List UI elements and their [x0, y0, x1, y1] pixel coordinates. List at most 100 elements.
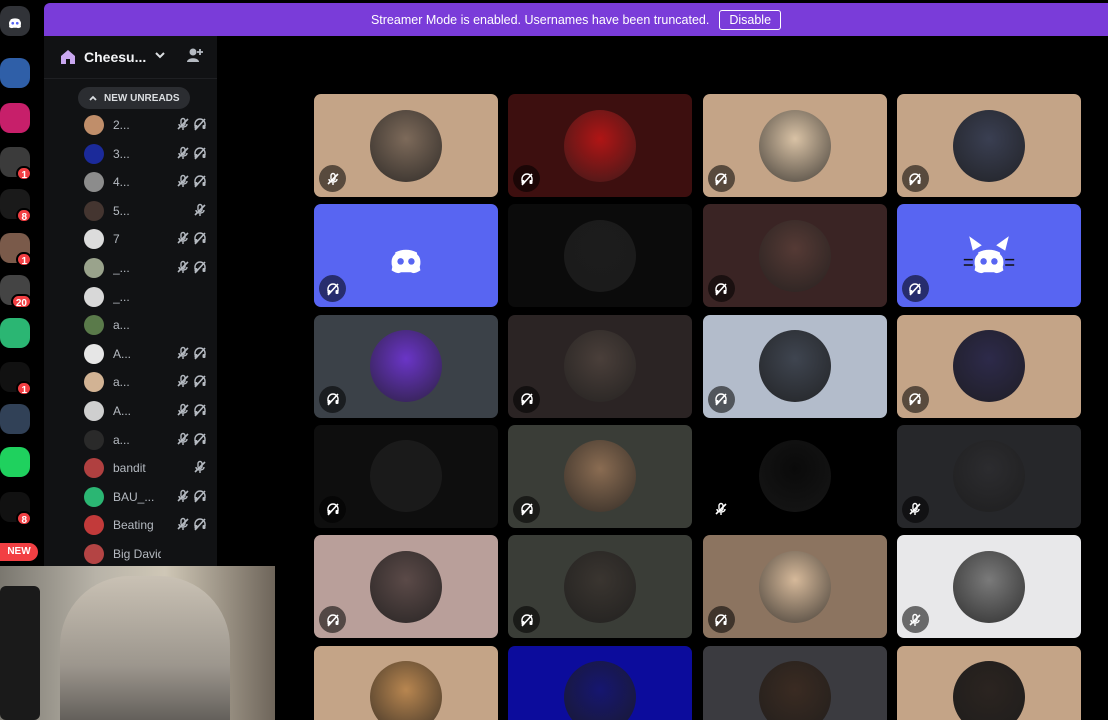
voice-member[interactable]: 2... [84, 113, 209, 137]
member-name: _... [113, 261, 130, 275]
microphone-shape [0, 586, 40, 720]
member-name: 4... [113, 175, 130, 190]
member-name: 5... [113, 203, 130, 218]
video-tile[interactable] [508, 424, 693, 528]
video-tile[interactable] [896, 314, 1081, 418]
voice-member[interactable]: 7 [84, 227, 209, 251]
video-tile[interactable] [314, 424, 498, 528]
voice-member[interactable]: 5... [84, 199, 209, 223]
mention-badge: 8 [16, 511, 32, 526]
mic-off-icon [176, 346, 190, 365]
video-tile[interactable] [702, 424, 887, 528]
voice-member[interactable]: bandit [84, 456, 209, 480]
disable-streamer-mode-button[interactable]: Disable [719, 9, 782, 30]
avatar [84, 115, 104, 135]
discord-logo-icon[interactable] [0, 6, 30, 36]
server-portrait-icon[interactable]: 1 [0, 233, 32, 267]
video-tile[interactable] [508, 645, 693, 720]
member-name: a... [113, 318, 130, 333]
voice-member[interactable]: _... [84, 285, 209, 309]
video-tile[interactable] [702, 645, 887, 720]
voice-member[interactable]: a... [84, 428, 209, 452]
video-tile[interactable] [896, 94, 1081, 197]
video-tile[interactable] [896, 645, 1081, 720]
new-messages-pill[interactable]: NEW [0, 543, 38, 561]
mic-off-icon [176, 432, 190, 451]
member-status-icons [176, 489, 207, 508]
voice-member[interactable]: 4... [84, 170, 209, 194]
server-srt-icon[interactable]: 8 [0, 492, 32, 526]
new-unreads-pill[interactable]: NEW UNREADS [78, 87, 190, 109]
deafened-icon [319, 385, 346, 413]
participant-avatar [370, 440, 442, 513]
rail-picture [0, 318, 30, 348]
deafened-icon [193, 117, 207, 136]
chevron-down-icon[interactable] [154, 48, 166, 66]
member-name: a... [113, 375, 130, 390]
new-unreads-label: NEW UNREADS [104, 92, 180, 104]
streamer-mode-text: Streamer Mode is enabled. Usernames have… [370, 12, 710, 27]
participant-avatar [564, 109, 637, 182]
deafened-icon [193, 146, 207, 165]
participant-avatar [758, 661, 831, 720]
video-tile[interactable] [314, 314, 498, 418]
member-status-icons [176, 146, 207, 165]
video-tile[interactable] [896, 424, 1081, 528]
voice-member[interactable]: A... [84, 399, 209, 423]
voice-member[interactable]: _... [84, 256, 209, 280]
video-tile[interactable] [702, 94, 887, 197]
avatar [84, 515, 104, 536]
participant-avatar [758, 440, 831, 513]
participant-avatar [564, 661, 637, 720]
avatar [84, 172, 104, 193]
video-tile[interactable] [314, 535, 498, 639]
mention-badge: 8 [16, 208, 32, 223]
voice-member[interactable]: 3... [84, 142, 209, 166]
server-gift-icon[interactable] [0, 318, 30, 348]
voice-member[interactable]: BAU_... [84, 485, 209, 509]
video-tile[interactable] [314, 645, 498, 720]
server-group-icon[interactable]: 20 [0, 275, 32, 309]
mic-off-icon [193, 460, 207, 479]
video-tile[interactable] [702, 204, 887, 308]
voice-member[interactable]: a... [84, 370, 209, 394]
participant-avatar [758, 330, 831, 403]
video-tile[interactable] [896, 204, 1081, 308]
server-cooldraws-icon[interactable]: 8 [0, 189, 32, 223]
mic-off-icon [176, 403, 190, 422]
video-tile[interactable] [508, 314, 693, 418]
rail-picture [0, 447, 30, 477]
video-tile[interactable] [702, 535, 887, 639]
video-tile[interactable] [508, 94, 693, 197]
video-tile[interactable] [508, 204, 693, 308]
server-person-icon[interactable] [0, 404, 30, 434]
voice-member[interactable]: A... [84, 342, 209, 366]
server-santa-icon[interactable] [0, 58, 30, 88]
mic-off-icon [176, 231, 190, 250]
mic-off-icon [176, 489, 190, 508]
server-kick-icon[interactable] [0, 447, 30, 477]
deafened-icon [193, 432, 207, 451]
deafened-icon [319, 495, 346, 523]
video-tile[interactable] [896, 535, 1081, 639]
server-car-icon[interactable]: 1 [0, 147, 32, 181]
video-tile[interactable] [314, 204, 498, 308]
video-tile[interactable] [702, 314, 887, 418]
voice-member[interactable]: Beating [84, 513, 209, 537]
server-lips-icon[interactable] [0, 103, 30, 133]
avatar [84, 458, 104, 479]
add-friend-icon[interactable] [186, 46, 204, 69]
avatar [84, 372, 104, 393]
participant-avatar [564, 550, 637, 623]
video-tile[interactable] [314, 94, 498, 197]
deafened-icon [193, 346, 207, 365]
voice-member[interactable]: a... [84, 313, 209, 337]
server-header[interactable]: Cheesu... [44, 36, 217, 79]
avatar [84, 200, 104, 221]
deafened-icon [513, 495, 541, 523]
avatar [84, 286, 104, 307]
voice-member[interactable]: Big David [84, 542, 209, 566]
server-blaze-icon[interactable]: 1 [0, 362, 32, 396]
video-tile[interactable] [508, 535, 693, 639]
mention-badge: 1 [16, 252, 32, 267]
